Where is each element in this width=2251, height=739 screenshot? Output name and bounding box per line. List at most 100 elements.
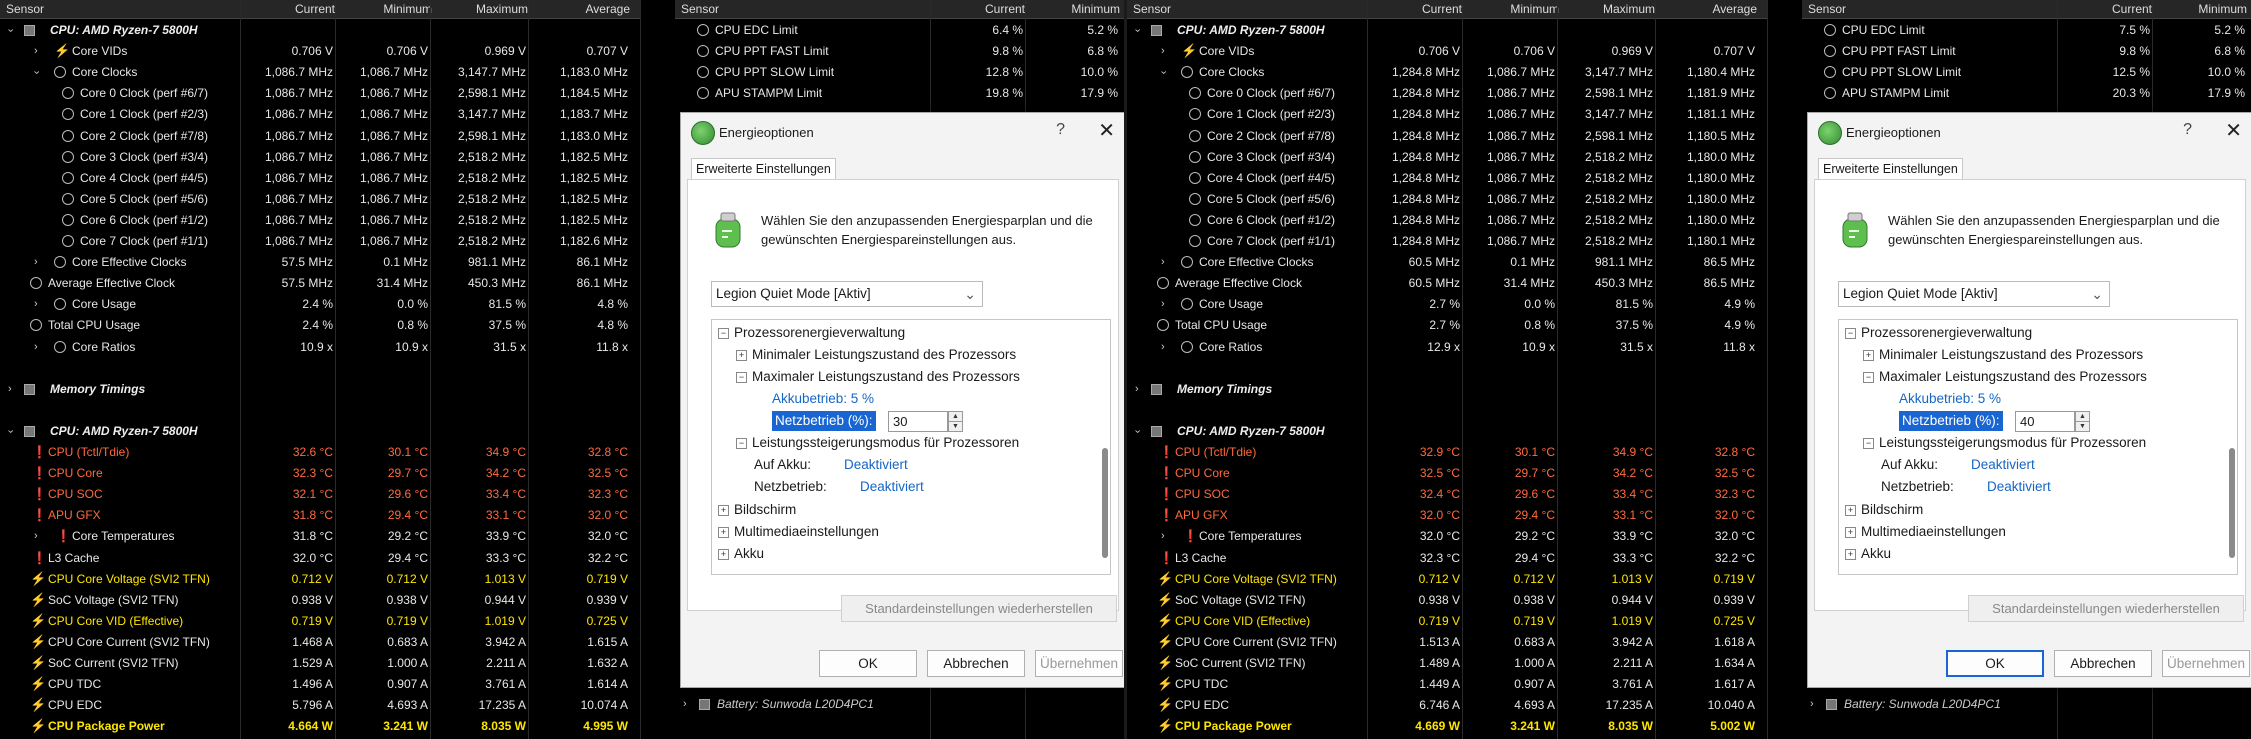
sensor-row[interactable]: ❗ CPU Core 32.5 °C 29.7 °C 34.2 °C 32.5 °C <box>1127 463 1767 484</box>
expand-chevron-icon[interactable]: › <box>34 294 38 315</box>
tab-advanced-settings[interactable]: Erweiterte Einstellungen <box>691 158 836 180</box>
sensor-row[interactable]: CPU EDC Limit 6.4 % 5.2 % <box>675 20 1126 41</box>
sensor-row[interactable]: ❗ L3 Cache 32.0 °C 29.4 °C 33.3 °C 32.2 °C <box>0 548 640 569</box>
collapse-box-icon[interactable]: − <box>1863 438 1874 449</box>
sensor-row[interactable]: ⚡ CPU Core Current (SVI2 TFN) 1.513 A 0.683… <box>1127 632 1767 653</box>
sensor-row[interactable]: Core 4 Clock (perf #4/5) 1,086.7 MHz 1,086… <box>0 168 640 189</box>
sensor-row[interactable]: ❗ CPU Core 32.3 °C 29.7 °C 34.2 °C 32.5 °C <box>0 463 640 484</box>
sensor-row[interactable]: Core 4 Clock (perf #4/5) 1,284.8 MHz 1,086… <box>1127 168 1767 189</box>
sensor-row[interactable]: Average Effective Clock 60.5 MHz 31.4 MHz 4… <box>1127 273 1767 294</box>
scrollbar-thumb[interactable] <box>2229 448 2235 558</box>
sensor-row[interactable]: ⚡ CPU Core VID (Effective) 0.719 V 0.719 V 1… <box>1127 611 1767 632</box>
section-header[interactable]: › CPU: AMD Ryzen-7 5800H <box>0 20 640 41</box>
sensor-row[interactable]: Total CPU Usage 2.4 % 0.8 % 37.5 % 4.8 % <box>0 315 640 336</box>
sensor-row[interactable]: ❗ CPU SOC 32.4 °C 29.6 °C 33.4 °C 32.3 °C <box>1127 484 1767 505</box>
sensor-row[interactable]: ❗ CPU (Tctl/Tdie) 32.6 °C 30.1 °C 34.9 °C 32.… <box>0 442 640 463</box>
sensor-row[interactable]: Core 1 Clock (perf #2/3) 1,284.8 MHz 1,086… <box>1127 104 1767 125</box>
collapse-chevron-icon[interactable]: › <box>1127 430 1147 434</box>
header-minimum[interactable]: Minimum <box>2157 2 2247 16</box>
sensor-row[interactable]: ⚡ SoC Current (SVI2 TFN) 1.489 A 1.000 A 2.2… <box>1127 653 1767 674</box>
settings-tree[interactable]: − Prozessorenergieverwaltung + Minimaler Le… <box>711 319 1111 575</box>
sensor-row[interactable]: APU STAMPM Limit 19.8 % 17.9 % <box>675 83 1126 104</box>
sensor-row[interactable]: › ⚡ Core VIDs 0.706 V 0.706 V 0.969 V 0.707 V <box>0 41 640 62</box>
header-sensor[interactable]: Sensor <box>681 2 761 16</box>
cancel-button[interactable]: Abbrechen <box>2054 650 2152 677</box>
restore-defaults-button[interactable]: Standardeinstellungen wiederherstellen <box>1968 595 2244 622</box>
expand-box-icon[interactable]: + <box>736 350 747 361</box>
sensor-row[interactable]: CPU PPT FAST Limit 9.8 % 6.8 % <box>675 41 1126 62</box>
sensor-row-battery[interactable]: › Battery: Sunwoda L20D4PC1 <box>675 694 1126 715</box>
sensor-row[interactable]: ⚡ SoC Voltage (SVI2 TFN) 0.938 V 0.938 V 0.9… <box>0 590 640 611</box>
spin-down-button[interactable]: ▼ <box>948 421 963 432</box>
expand-box-icon[interactable]: + <box>1863 350 1874 361</box>
header-maximum[interactable]: Maximum <box>1557 2 1655 16</box>
section-header[interactable]: › CPU: AMD Ryzen-7 5800H <box>1127 20 1767 41</box>
sensor-row[interactable]: ⚡ CPU EDC 5.796 A 4.693 A 17.235 A 10.074 A <box>0 695 640 716</box>
sensor-row[interactable]: Core 5 Clock (perf #5/6) 1,284.8 MHz 1,086… <box>1127 189 1767 210</box>
header-maximum[interactable]: Maximum <box>430 2 528 16</box>
ok-button[interactable]: OK <box>1946 650 2044 677</box>
expand-chevron-icon[interactable]: › <box>1161 252 1165 273</box>
header-average[interactable]: Average <box>1655 2 1757 16</box>
section-header[interactable]: › Memory Timings <box>1127 379 1767 400</box>
sensor-row[interactable]: ⚡ CPU TDC 1.449 A 0.907 A 3.761 A 1.617 A <box>1127 674 1767 695</box>
sensor-row[interactable]: ⚡ SoC Current (SVI2 TFN) 1.529 A 1.000 A 2.2… <box>0 653 640 674</box>
collapse-chevron-icon[interactable]: › <box>0 430 20 434</box>
sensor-row[interactable]: › Core Ratios 12.9 x 10.9 x 31.5 x 11.8 x <box>1127 337 1767 358</box>
apply-button[interactable]: Übernehmen <box>2162 650 2250 677</box>
header-minimum[interactable]: Minimum <box>335 2 432 16</box>
sensor-row[interactable]: ⚡ CPU TDC 1.496 A 0.907 A 3.761 A 1.614 A <box>0 674 640 695</box>
sensor-row[interactable]: APU STAMPM Limit 20.3 % 17.9 % <box>1802 83 2251 104</box>
sensor-row[interactable]: CPU PPT FAST Limit 9.8 % 6.8 % <box>1802 41 2251 62</box>
expand-chevron-icon[interactable]: › <box>8 379 12 400</box>
expand-chevron-icon[interactable]: › <box>1161 41 1165 62</box>
collapse-chevron-icon[interactable]: › <box>25 71 46 75</box>
sensor-row[interactable]: Core 7 Clock (perf #1/1) 1,284.8 MHz 1,086… <box>1127 231 1767 252</box>
sensor-row[interactable]: › Core Usage 2.4 % 0.0 % 81.5 % 4.8 % <box>0 294 640 315</box>
collapse-box-icon[interactable]: − <box>736 438 747 449</box>
tab-advanced-settings[interactable]: Erweiterte Einstellungen <box>1818 158 1963 180</box>
expand-box-icon[interactable]: + <box>1845 505 1856 516</box>
collapse-chevron-icon[interactable]: › <box>1152 71 1173 75</box>
sensor-row[interactable]: ❗ L3 Cache 32.3 °C 29.4 °C 33.3 °C 32.2 °C <box>1127 548 1767 569</box>
help-button[interactable]: ? <box>1056 121 1065 139</box>
expand-box-icon[interactable]: + <box>718 527 729 538</box>
sensor-row[interactable]: CPU PPT SLOW Limit 12.5 % 10.0 % <box>1802 62 2251 83</box>
header-current[interactable]: Current <box>935 2 1025 16</box>
boost-netz-value-link[interactable]: Deaktiviert <box>1987 477 2051 497</box>
plan-select[interactable]: Legion Quiet Mode [Aktiv] ⌄ <box>1838 281 2110 307</box>
header-sensor[interactable]: Sensor <box>6 2 86 16</box>
sensor-row[interactable]: Average Effective Clock 57.5 MHz 31.4 MHz 4… <box>0 273 640 294</box>
header-current[interactable]: Current <box>2062 2 2152 16</box>
sensor-row[interactable]: Core 5 Clock (perf #5/6) 1,086.7 MHz 1,086… <box>0 189 640 210</box>
header-average[interactable]: Average <box>528 2 630 16</box>
expand-chevron-icon[interactable]: › <box>1810 694 1814 715</box>
sensor-row[interactable]: › ⚡ Core VIDs 0.706 V 0.706 V 0.969 V 0.707 V <box>1127 41 1767 62</box>
expand-chevron-icon[interactable]: › <box>683 694 687 715</box>
sensor-row[interactable]: ⚡ CPU Core Voltage (SVI2 TFN) 0.712 V 0.712… <box>0 569 640 590</box>
sensor-row[interactable]: ⚡ CPU Core Voltage (SVI2 TFN) 0.712 V 0.712… <box>1127 569 1767 590</box>
sensor-row[interactable]: › Core Effective Clocks 57.5 MHz 0.1 MHz 981… <box>0 252 640 273</box>
chevron-down-icon[interactable]: ⌄ <box>964 282 976 306</box>
sensor-row[interactable]: ⚡ CPU Package Power 4.664 W 3.241 W 8.035 W 4… <box>0 716 640 737</box>
sensor-row[interactable]: › Core Ratios 10.9 x 10.9 x 31.5 x 11.8 x <box>0 337 640 358</box>
header-sensor[interactable]: Sensor <box>1133 2 1213 16</box>
sensor-row[interactable]: ⚡ CPU Package Power 4.669 W 3.241 W 8.035 W 5… <box>1127 716 1767 737</box>
header-minimum[interactable]: Minimum <box>1462 2 1559 16</box>
expand-box-icon[interactable]: + <box>718 549 729 560</box>
sensor-row[interactable]: Core 6 Clock (perf #1/2) 1,284.8 MHz 1,086… <box>1127 210 1767 231</box>
sensor-row[interactable]: ⚡ SoC Voltage (SVI2 TFN) 0.938 V 0.938 V 0.9… <box>1127 590 1767 611</box>
expand-box-icon[interactable]: + <box>718 505 729 516</box>
sensor-row[interactable]: › Core Clocks 1,284.8 MHz 1,086.7 MHz 3,147.… <box>1127 62 1767 83</box>
restore-defaults-button[interactable]: Standardeinstellungen wiederherstellen <box>841 595 1117 622</box>
sensor-row[interactable]: ⚡ CPU EDC 6.746 A 4.693 A 17.235 A 10.040 A <box>1127 695 1767 716</box>
sensor-row[interactable]: ⚡ CPU Core VID (Effective) 0.719 V 0.719 V 1… <box>0 611 640 632</box>
collapse-chevron-icon[interactable]: › <box>1127 29 1147 33</box>
netz-value-input[interactable]: 40 <box>2015 411 2075 432</box>
apply-button[interactable]: Übernehmen <box>1035 650 1123 677</box>
sensor-row[interactable]: CPU PPT SLOW Limit 12.8 % 10.0 % <box>675 62 1126 83</box>
netz-value-input[interactable]: 30 <box>888 411 948 432</box>
collapse-box-icon[interactable]: − <box>1863 372 1874 383</box>
scrollbar-thumb[interactable] <box>1102 448 1108 558</box>
sensor-row[interactable]: ⚡ CPU Core Current (SVI2 TFN) 1.468 A 0.683… <box>0 632 640 653</box>
